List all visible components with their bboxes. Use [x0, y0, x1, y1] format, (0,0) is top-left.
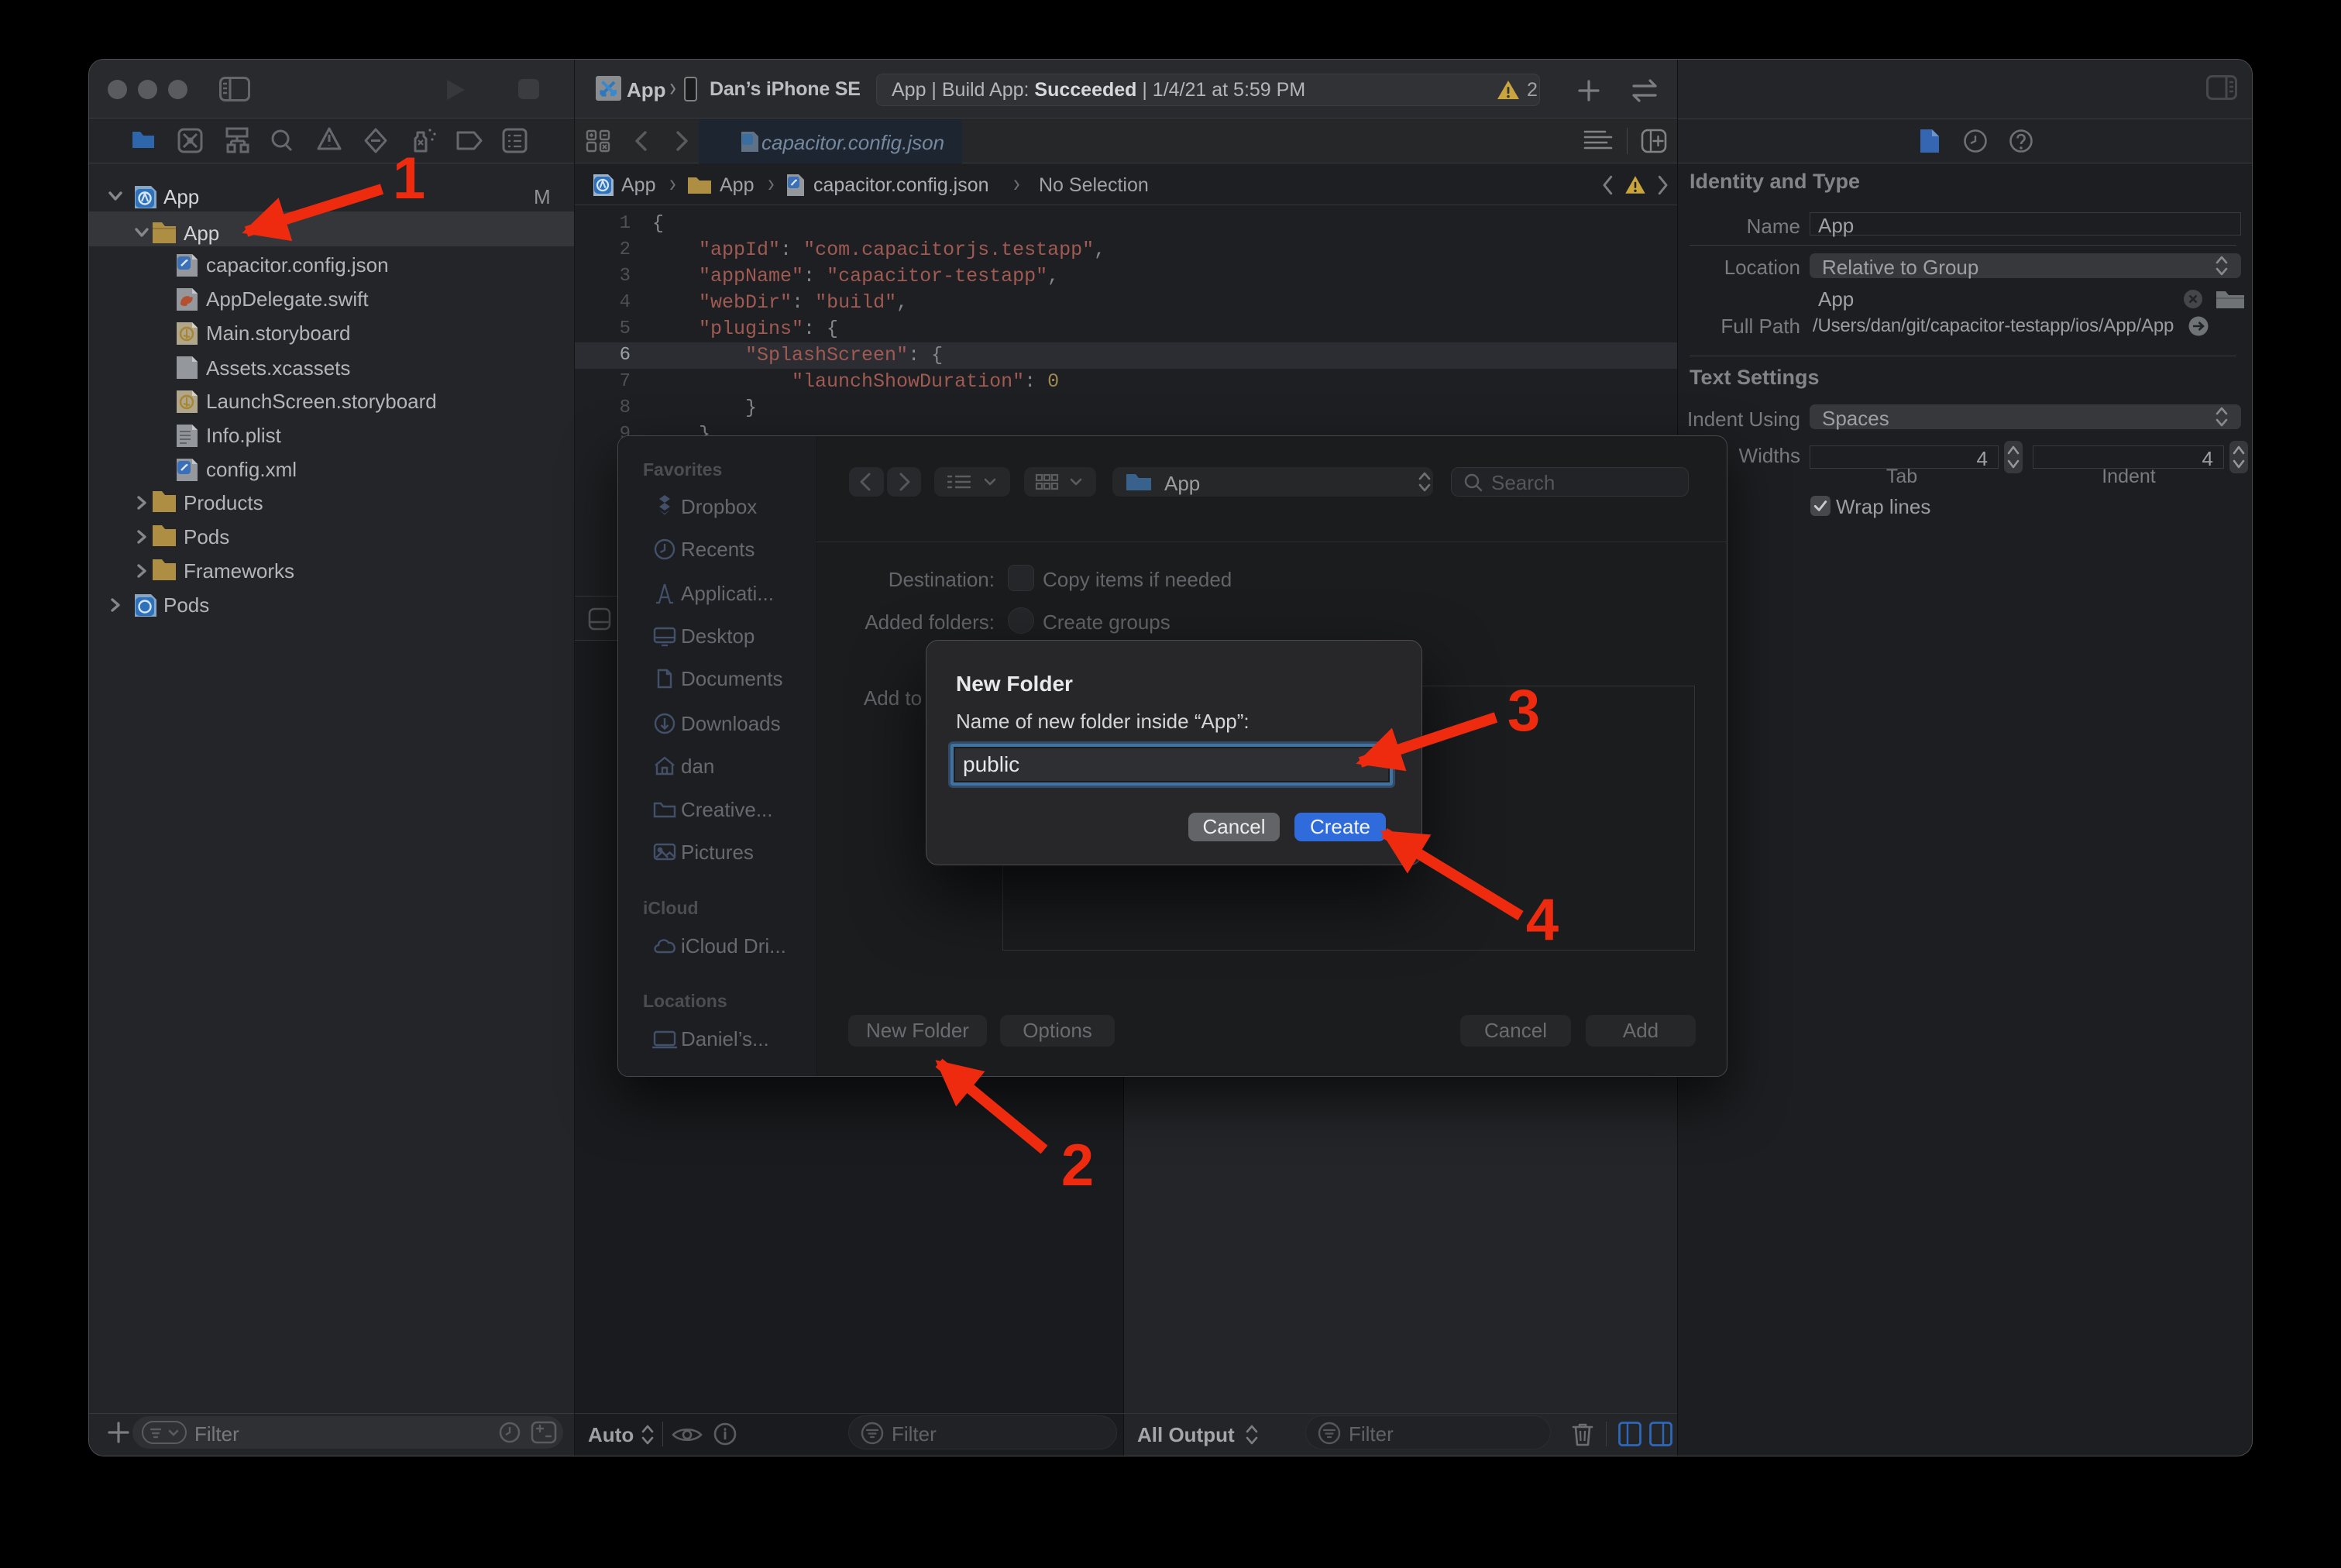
svg-text:1: 1: [393, 146, 425, 211]
svg-text:2: 2: [1061, 1133, 1094, 1198]
svg-text:4: 4: [1526, 887, 1559, 953]
svg-text:3: 3: [1507, 678, 1540, 744]
